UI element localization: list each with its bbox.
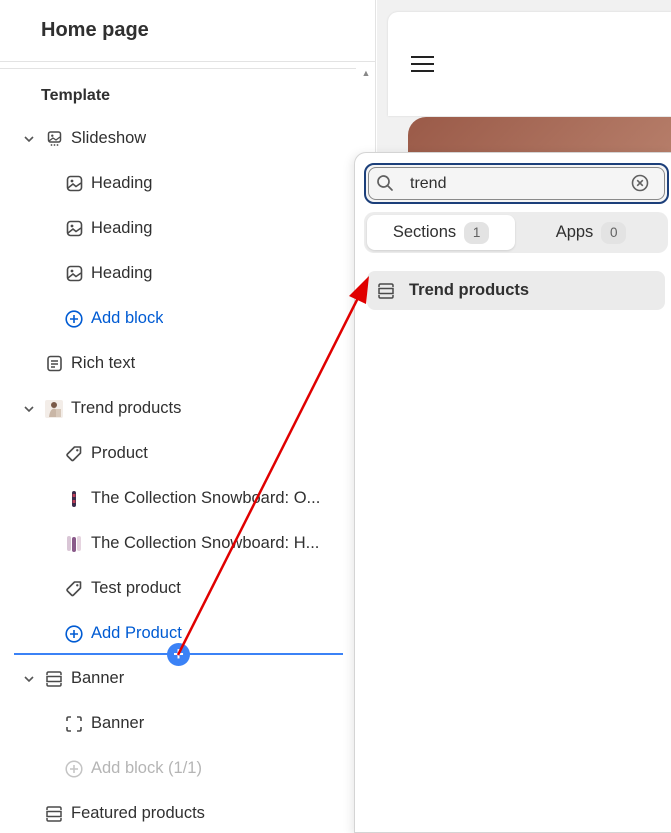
template-label: Template: [41, 87, 111, 104]
block-heading[interactable]: Heading: [65, 161, 152, 206]
result-label: Trend products: [409, 281, 530, 299]
snowboard-thumbnail: [65, 490, 83, 508]
tab-count-badge: 1: [464, 221, 490, 244]
sidebar-item-label: Add block: [91, 309, 164, 327]
sidebar-item-label: Heading: [91, 264, 153, 282]
section-rich-text[interactable]: Rich text: [45, 341, 135, 386]
block-product[interactable]: The Collection Snowboard: O...: [65, 476, 335, 521]
sidebar-item-label: The Collection Snowboard: O...: [91, 489, 321, 507]
sidebar-item-label: Heading: [91, 219, 153, 237]
add-section-popover: [354, 152, 671, 833]
sidebar: Home page ▲ Template Slideshow Heading H…: [0, 0, 376, 833]
tab-apps[interactable]: Apps 0: [518, 215, 664, 250]
text-icon: [45, 355, 63, 373]
banner-block-icon: [65, 715, 83, 733]
sidebar-item-label: Rich text: [71, 354, 136, 372]
sidebar-item-label: Test product: [91, 579, 181, 597]
sidebar-item-label: Heading: [91, 174, 153, 192]
slideshow-icon: [45, 130, 63, 148]
tab-sections[interactable]: Sections 1: [367, 215, 515, 250]
add-block-button-disabled: Add block (1/1): [65, 746, 202, 791]
block-product[interactable]: Product: [65, 431, 148, 476]
tag-icon: [65, 580, 83, 598]
page-title: Home page: [41, 19, 149, 41]
sidebar-item-label: Slideshow: [71, 129, 147, 147]
search-icon: [376, 174, 394, 192]
divider: [0, 68, 356, 69]
tab-label: Apps: [555, 223, 594, 241]
product-thumbnail: [45, 399, 63, 418]
image-icon: [65, 265, 83, 283]
sidebar-item-label: Add block (1/1): [91, 759, 202, 777]
plus-circle-icon: [65, 624, 83, 643]
add-block-button[interactable]: Add block: [65, 296, 163, 341]
insert-section-button[interactable]: +: [167, 643, 190, 666]
tab-count-badge: 0: [601, 221, 627, 244]
image-icon: [65, 220, 83, 238]
tag-icon: [65, 445, 83, 463]
section-trend-products[interactable]: Trend products: [22, 386, 181, 431]
chevron-down-icon[interactable]: [22, 132, 36, 146]
plus-circle-icon: [65, 309, 83, 328]
search-input[interactable]: [410, 174, 610, 194]
snowboard-thumbnail: [65, 535, 83, 553]
chevron-down-icon[interactable]: [22, 402, 36, 416]
sidebar-header: Home page: [0, 0, 376, 62]
sidebar-item-label: Add Product: [91, 624, 182, 642]
search-result-trend-products[interactable]: Trend products: [367, 271, 665, 310]
section-featured-products[interactable]: Featured products: [45, 791, 205, 833]
block-heading[interactable]: Heading: [65, 251, 152, 296]
image-icon: [65, 175, 83, 193]
chevron-down-icon[interactable]: [22, 672, 36, 686]
plus-circle-icon: [65, 759, 83, 778]
sidebar-item-label: Banner: [91, 714, 145, 732]
scroll-up-icon[interactable]: ▲: [360, 68, 372, 78]
section-icon: [376, 281, 396, 301]
section-icon: [45, 670, 63, 688]
sidebar-item-label: The Collection Snowboard: H...: [91, 534, 320, 552]
block-banner[interactable]: Banner: [65, 701, 144, 746]
block-product[interactable]: Test product: [65, 566, 181, 611]
section-icon: [45, 805, 63, 823]
section-slideshow[interactable]: Slideshow: [22, 116, 146, 161]
clear-search-icon[interactable]: [631, 174, 649, 192]
tab-label: Sections: [392, 223, 457, 241]
add-product-button[interactable]: Add Product: [65, 611, 182, 656]
sidebar-item-label: Product: [91, 444, 148, 462]
block-heading[interactable]: Heading: [65, 206, 152, 251]
sidebar-item-label: Trend products: [71, 399, 182, 417]
sidebar-item-label: Featured products: [71, 804, 205, 822]
section-banner[interactable]: Banner: [22, 656, 124, 701]
hamburger-menu-icon[interactable]: [410, 55, 435, 73]
sidebar-item-label: Banner: [71, 669, 125, 687]
block-product[interactable]: The Collection Snowboard: H...: [65, 521, 335, 566]
